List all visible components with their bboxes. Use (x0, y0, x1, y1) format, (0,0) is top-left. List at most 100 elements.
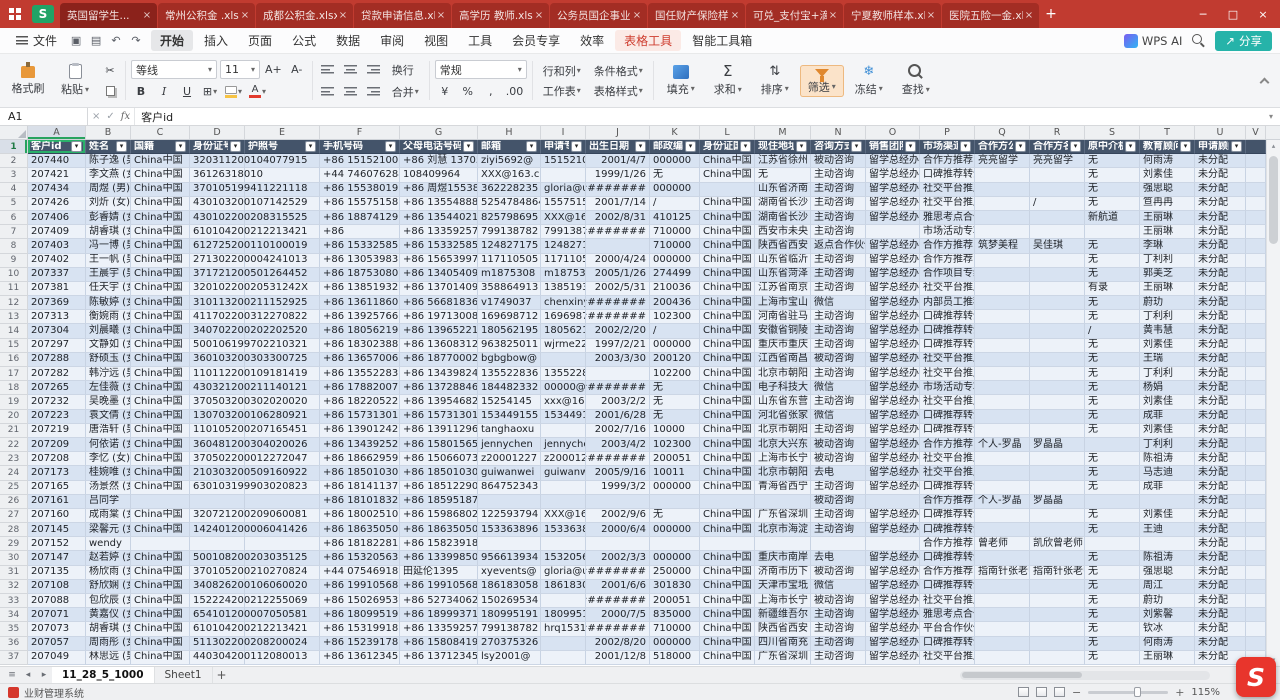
cell[interactable]: 2005/1/26 (586, 268, 650, 282)
cell[interactable]: China中国 (700, 622, 755, 636)
cell[interactable] (1246, 197, 1266, 211)
cell[interactable]: 市场活动专项 (920, 225, 975, 239)
header-cell-K1[interactable]: 邮政编码▾ (650, 140, 700, 154)
cell[interactable] (1030, 594, 1085, 608)
font-size-select[interactable]: 11 (220, 60, 260, 79)
header-cell-O1[interactable]: 销售团队▾ (866, 140, 920, 154)
cell[interactable] (1030, 622, 1085, 636)
cell[interactable] (245, 438, 320, 452)
cell[interactable] (1246, 381, 1266, 395)
cell[interactable]: 未分配 (1195, 637, 1246, 651)
cell[interactable]: 上海市宝山 (755, 296, 811, 310)
cell[interactable]: ######## (586, 183, 650, 197)
cell[interactable] (245, 324, 320, 338)
cell[interactable] (1246, 466, 1266, 480)
cell[interactable]: China中国 (700, 239, 755, 253)
cell[interactable]: 370502200012272047 (190, 452, 245, 466)
zoom-level[interactable]: 115% (1191, 687, 1220, 698)
cell[interactable] (1030, 424, 1085, 438)
cell[interactable] (190, 495, 245, 509)
cell[interactable] (975, 580, 1030, 594)
cell[interactable]: 陕西省西安 (755, 622, 811, 636)
cell[interactable]: 社交平台推广 (920, 197, 975, 211)
cell[interactable]: +86 13612345 (320, 651, 400, 665)
menu-tab-6[interactable]: 视图 (415, 30, 457, 51)
row-header-21[interactable]: 21 (0, 424, 28, 438)
format-painter-button[interactable]: 格式刷 (6, 64, 50, 98)
header-cell-E1[interactable]: 护照号▾ (245, 140, 320, 154)
cell[interactable]: China中国 (700, 211, 755, 225)
cell[interactable]: wjrme221 (541, 339, 586, 353)
cell[interactable] (1246, 324, 1266, 338)
cell[interactable]: 主动咨询 (811, 523, 866, 537)
cell[interactable]: 李忆 (女) (86, 452, 131, 466)
cell[interactable]: 被动咨询 (811, 594, 866, 608)
cell[interactable]: China中国 (131, 197, 190, 211)
cell[interactable] (975, 481, 1030, 495)
confirm-entry-icon[interactable]: ✓ (106, 111, 114, 122)
row-header-8[interactable]: 8 (0, 239, 28, 253)
zoom-knob[interactable] (1134, 687, 1141, 697)
cell[interactable] (245, 466, 320, 480)
header-cell-T1[interactable]: 教育顾问▾ (1140, 140, 1195, 154)
cell[interactable]: 陈祖涛 (1140, 452, 1195, 466)
cell[interactable]: 留学总经办 (866, 353, 920, 367)
cell[interactable] (975, 353, 1030, 367)
cell[interactable]: China中国 (700, 339, 755, 353)
vertical-scroll-thumb[interactable] (1269, 156, 1278, 244)
row-header-36[interactable]: 36 (0, 637, 28, 651)
cell[interactable] (245, 637, 320, 651)
cell[interactable]: 未分配 (1195, 410, 1246, 424)
cell[interactable]: ######## (586, 296, 650, 310)
borders-button[interactable]: ⊞ (200, 82, 220, 101)
cell[interactable]: 169698712 (478, 310, 541, 324)
cell[interactable]: 710000 (650, 622, 700, 636)
cell[interactable]: 207165 (28, 481, 86, 495)
cell[interactable]: 207381 (28, 282, 86, 296)
cell[interactable] (1030, 282, 1085, 296)
align-top-center-button[interactable] (341, 60, 361, 79)
cell[interactable]: 天津市宝坻 (755, 580, 811, 594)
cell[interactable] (1030, 481, 1085, 495)
cell[interactable] (866, 537, 920, 551)
cell[interactable] (1030, 523, 1085, 537)
cell[interactable]: China中国 (700, 282, 755, 296)
row-header-14[interactable]: 14 (0, 324, 28, 338)
formula-bar-expand-icon[interactable]: ▾ (1262, 108, 1280, 125)
filter-icon[interactable]: ▾ (571, 141, 582, 152)
cell[interactable] (975, 254, 1030, 268)
cell[interactable]: 主动咨询 (811, 608, 866, 622)
cell[interactable] (1246, 594, 1266, 608)
cell[interactable]: China中国 (700, 254, 755, 268)
cell[interactable]: 无 (1085, 481, 1140, 495)
cell[interactable] (975, 637, 1030, 651)
cell[interactable]: 江苏省南京 (755, 282, 811, 296)
cell[interactable] (975, 310, 1030, 324)
cell[interactable]: 153449155 (541, 410, 586, 424)
cell[interactable]: 2003/3/30 (586, 353, 650, 367)
cell[interactable]: 主动咨询 (811, 168, 866, 182)
cell[interactable]: 社交平台推广 (920, 353, 975, 367)
row-header-12[interactable]: 12 (0, 296, 28, 310)
row-header-25[interactable]: 25 (0, 481, 28, 495)
cell[interactable]: +86 15066073 (400, 452, 478, 466)
cell[interactable]: 舒硕玉 (女 (86, 353, 131, 367)
cell[interactable]: 207406 (28, 211, 86, 225)
cell[interactable]: +86 18662959 (320, 452, 400, 466)
cell[interactable]: 207426 (28, 197, 86, 211)
freeze-button[interactable]: ❄ 冻结 (847, 63, 891, 99)
cell[interactable] (1030, 211, 1085, 225)
filter-icon[interactable]: ▾ (385, 141, 396, 152)
cell[interactable] (1246, 353, 1266, 367)
cell[interactable]: jennychen (541, 438, 586, 452)
cell[interactable]: China中国 (131, 594, 190, 608)
cell[interactable]: 610104200212213421 (190, 622, 245, 636)
cell[interactable]: 未分配 (1195, 239, 1246, 253)
header-cell-R1[interactable]: 合作方名称▾ (1030, 140, 1085, 154)
cell[interactable]: / (650, 197, 700, 211)
row-header-35[interactable]: 35 (0, 622, 28, 636)
row-header-4[interactable]: 4 (0, 183, 28, 197)
cell[interactable] (975, 225, 1030, 239)
cell[interactable]: China中国 (131, 651, 190, 665)
cell[interactable]: +86 15575158 (320, 197, 400, 211)
